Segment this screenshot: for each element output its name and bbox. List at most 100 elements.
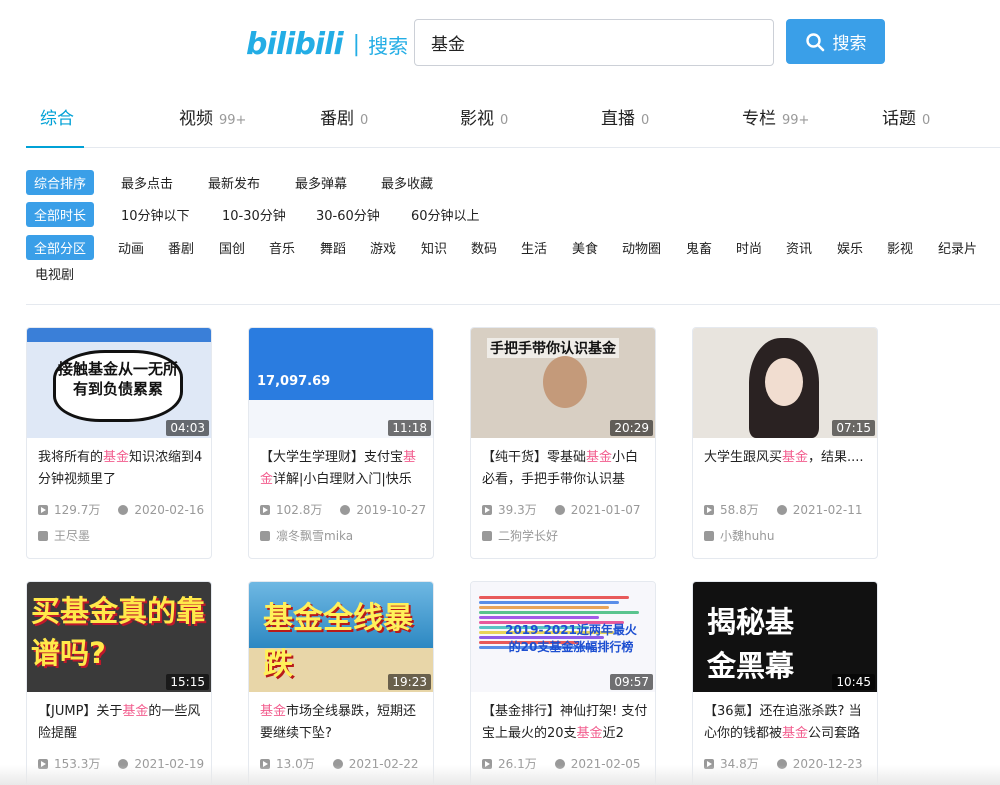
zone-fashion[interactable]: 时尚	[736, 238, 762, 257]
tab-articles[interactable]: 专栏 99+	[742, 104, 809, 129]
play-count: 58.8万	[720, 503, 759, 517]
zone-animation[interactable]: 动画	[118, 238, 144, 257]
tab-movies[interactable]: 影视 0	[460, 104, 508, 129]
video-duration: 11:18	[388, 420, 431, 436]
video-meta: 129.7万 2020-02-16	[38, 501, 204, 518]
clock-icon	[118, 504, 129, 515]
logo-subtitle: 搜索	[368, 33, 409, 58]
logo-text: bilibili	[246, 26, 344, 62]
video-card[interactable]: 07:15 大学生跟风买基金，结果.... 58.8万 2021-02-11 小魏…	[692, 327, 878, 559]
video-thumbnail[interactable]: 接触基金从一无所有到负债累累 04:03	[27, 328, 211, 438]
tab-video[interactable]: 视频 99+	[179, 104, 246, 129]
zone-news[interactable]: 资讯	[786, 238, 812, 257]
zone-tv-series[interactable]: 电视剧	[35, 264, 74, 283]
zone-film[interactable]: 影视	[887, 238, 913, 257]
zone-food[interactable]: 美食	[572, 238, 598, 257]
tab-count: 99+	[219, 113, 247, 128]
tab-label: 直播	[601, 109, 635, 129]
clock-icon	[776, 504, 787, 515]
video-thumbnail[interactable]: 17,097.69 11:18	[249, 328, 433, 438]
tab-count: 0	[641, 113, 650, 128]
search-input[interactable]: 基金	[414, 19, 774, 66]
filter-10-30min[interactable]: 10-30分钟	[222, 205, 286, 224]
video-title[interactable]: 大学生跟风买基金，结果....	[704, 447, 870, 491]
zone-game[interactable]: 游戏	[370, 238, 396, 257]
video-thumbnail[interactable]: 07:15	[693, 328, 877, 438]
search-button[interactable]: 搜索	[786, 19, 885, 64]
play-count-icon	[38, 504, 48, 515]
zone-documentary[interactable]: 纪录片	[938, 238, 977, 257]
zone-life[interactable]: 生活	[521, 238, 547, 257]
filter-all-zones[interactable]: 全部分区	[26, 235, 95, 260]
thumb-app-header	[27, 328, 211, 342]
video-meta: 102.8万 2019-10-27	[260, 501, 426, 518]
zone-music[interactable]: 音乐	[269, 238, 295, 257]
video-thumbnail[interactable]: 手把手带你认识基金 20:29	[471, 328, 655, 438]
video-duration: 04:03	[166, 420, 209, 436]
thumb-caption: 手把手带你认识基金	[487, 338, 619, 358]
search-button-label: 搜索	[832, 34, 867, 54]
video-card[interactable]: 手把手带你认识基金 20:29 【纯干货】零基础基金小白必看，手把手带你认识基 …	[470, 327, 656, 559]
tab-topics[interactable]: 话题 0	[882, 104, 930, 129]
zone-dance[interactable]: 舞蹈	[320, 238, 346, 257]
video-title[interactable]: 【JUMP】关于基金的一些风险提醒	[38, 701, 204, 745]
thumb-caption: 接触基金从一无所有到负债累累	[53, 350, 183, 422]
zone-knowledge[interactable]: 知识	[421, 238, 447, 257]
zone-animals[interactable]: 动物圈	[622, 238, 661, 257]
tab-live[interactable]: 直播 0	[601, 104, 649, 129]
video-thumbnail[interactable]: 基金全线暴跌 19:23	[249, 582, 433, 692]
filter-newest[interactable]: 最新发布	[208, 173, 260, 192]
zone-kichiku[interactable]: 鬼畜	[686, 238, 712, 257]
thumb-caption: 揭秘基金黑幕	[707, 605, 795, 683]
thumb-person	[543, 356, 587, 408]
zone-guochuang[interactable]: 国创	[219, 238, 245, 257]
filter-sort-default[interactable]: 综合排序	[26, 170, 95, 195]
video-card[interactable]: 接触基金从一无所有到负债累累 04:03 我将所有的基金知识浓缩到4分钟视频里了…	[26, 327, 212, 559]
zone-bangumi[interactable]: 番剧	[168, 238, 194, 257]
filter-30-60min[interactable]: 30-60分钟	[316, 205, 380, 224]
filter-most-favorites[interactable]: 最多收藏	[381, 173, 433, 192]
video-title[interactable]: 我将所有的基金知识浓缩到4分钟视频里了	[38, 447, 204, 491]
zone-entertainment[interactable]: 娱乐	[837, 238, 863, 257]
filter-under-10min[interactable]: 10分钟以下	[121, 205, 190, 224]
tab-bangumi[interactable]: 番剧 0	[320, 104, 368, 129]
video-card[interactable]: 17,097.69 11:18 【大学生学理财】支付宝基金详解|小白理财入门|快…	[248, 327, 434, 559]
thumb-finance-panel: 17,097.69	[249, 328, 433, 400]
thumb-face	[765, 358, 803, 406]
uploader[interactable]: 小魏huhu	[704, 527, 774, 544]
video-title[interactable]: 【大学生学理财】支付宝基金详解|小白理财入门|快乐	[260, 447, 426, 491]
uploader[interactable]: 二狗学长好	[482, 527, 558, 544]
filter-all-duration[interactable]: 全部时长	[26, 202, 95, 227]
upload-date: 2021-02-11	[792, 502, 863, 517]
filter-most-danmaku[interactable]: 最多弹幕	[295, 173, 347, 192]
tab-label: 话题	[882, 109, 916, 129]
divider	[26, 304, 1000, 305]
video-card[interactable]: 揭秘基金黑幕 10:45 【36氪】还在追涨杀跌? 当心你的钱都被基金公司套路 …	[692, 581, 878, 785]
video-card[interactable]: 2019-2021近两年最火的20支基金涨幅排行榜 09:57 【基金排行】神仙…	[470, 581, 656, 785]
filter-most-clicks[interactable]: 最多点击	[121, 173, 173, 192]
video-title[interactable]: 【基金排行】神仙打架! 支付宝上最火的20支基金近2	[482, 701, 648, 745]
video-duration: 10:45	[832, 674, 875, 690]
video-title[interactable]: 【纯干货】零基础基金小白必看，手把手带你认识基	[482, 447, 648, 491]
play-count-icon	[704, 504, 714, 515]
video-thumbnail[interactable]: 2019-2021近两年最火的20支基金涨幅排行榜 09:57	[471, 582, 655, 692]
video-thumbnail[interactable]: 揭秘基金黑幕 10:45	[693, 582, 877, 692]
uploader[interactable]: 王尽墨	[38, 527, 90, 544]
bilibili-logo[interactable]: bilibili | 搜索	[246, 26, 408, 62]
filter-over-60min[interactable]: 60分钟以上	[411, 205, 480, 224]
thumb-caption: 买基金真的靠谱吗?	[31, 594, 206, 670]
video-duration: 20:29	[610, 420, 653, 436]
video-title[interactable]: 基金市场全线暴跌，短期还要继续下坠?	[260, 701, 426, 745]
uploader[interactable]: 凛冬飘雪mika	[260, 527, 353, 544]
tab-comprehensive[interactable]: 综合	[40, 104, 74, 129]
tab-label: 专栏	[742, 109, 776, 129]
play-count: 39.3万	[498, 503, 537, 517]
video-card[interactable]: 基金全线暴跌 19:23 基金市场全线暴跌，短期还要继续下坠? 13.0万 202…	[248, 581, 434, 785]
video-title[interactable]: 【36氪】还在追涨杀跌? 当心你的钱都被基金公司套路	[704, 701, 870, 745]
tab-count: 99+	[782, 113, 810, 128]
video-card[interactable]: 买基金真的靠谱吗? 15:15 【JUMP】关于基金的一些风险提醒 153.3万…	[26, 581, 212, 785]
video-thumbnail[interactable]: 买基金真的靠谱吗? 15:15	[27, 582, 211, 692]
uploader-icon	[704, 530, 714, 541]
result-type-tabs: 综合 视频 99+ 番剧 0 影视 0 直播 0 专栏 99+ 话题 0	[26, 96, 1000, 148]
zone-digital[interactable]: 数码	[471, 238, 497, 257]
